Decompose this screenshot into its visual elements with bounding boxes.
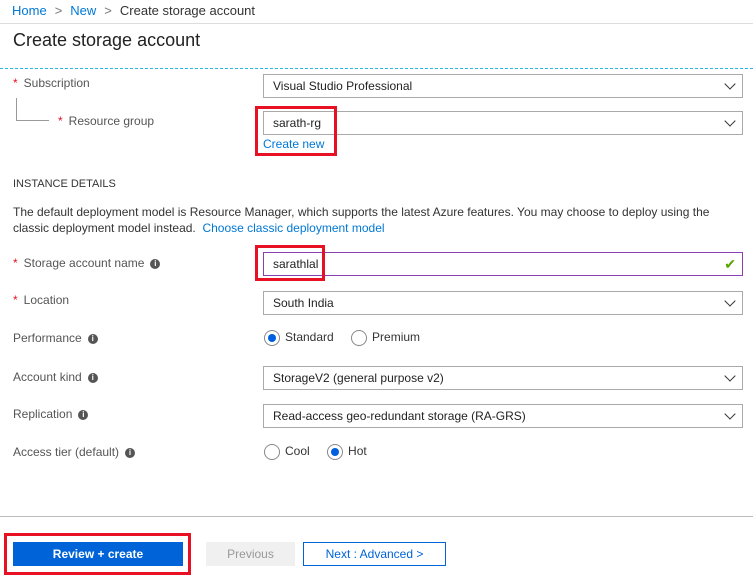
- chevron-down-icon: [724, 115, 736, 127]
- account-kind-select[interactable]: StorageV2 (general purpose v2): [263, 366, 743, 390]
- divider: [0, 68, 753, 69]
- info-icon[interactable]: i: [150, 258, 161, 269]
- tree-connector: [16, 98, 49, 121]
- subscription-label: * Subscription: [13, 76, 90, 90]
- chevron-down-icon: [724, 78, 736, 90]
- info-icon[interactable]: i: [78, 409, 89, 420]
- breadcrumb: Home > New > Create storage account: [12, 3, 255, 18]
- breadcrumb-new[interactable]: New: [70, 3, 96, 18]
- radio-premium[interactable]: Premium: [351, 330, 420, 346]
- divider: [0, 23, 753, 24]
- classic-deployment-link[interactable]: Choose classic deployment model: [202, 221, 384, 235]
- access-tier-radio-group: Cool Hot: [264, 444, 367, 460]
- breadcrumb-current: Create storage account: [119, 3, 256, 18]
- access-tier-label: Access tier (default) i: [13, 445, 136, 459]
- info-icon[interactable]: i: [125, 447, 136, 458]
- info-icon[interactable]: i: [87, 372, 98, 383]
- breadcrumb-home[interactable]: Home: [12, 3, 47, 18]
- highlight-box: [255, 106, 337, 156]
- info-icon[interactable]: i: [87, 333, 98, 344]
- page-title: Create storage account: [13, 30, 201, 50]
- chevron-down-icon: [724, 370, 736, 382]
- performance-radio-group: Standard Premium: [264, 330, 420, 346]
- chevron-down-icon: [724, 295, 736, 307]
- check-icon: ✔: [724, 256, 736, 272]
- replication-select[interactable]: Read-access geo-redundant storage (RA-GR…: [263, 404, 743, 428]
- resource-group-label: * Resource group: [58, 114, 155, 128]
- radio-hot[interactable]: Hot: [327, 444, 367, 460]
- performance-label: Performance i: [13, 331, 98, 345]
- account-kind-label: Account kind i: [13, 370, 98, 384]
- replication-label: Replication i: [13, 407, 89, 421]
- previous-button[interactable]: Previous: [206, 542, 295, 566]
- next-advanced-button[interactable]: Next : Advanced >: [303, 542, 446, 566]
- radio-cool[interactable]: Cool: [264, 444, 310, 460]
- storage-name-input[interactable]: sarathlal ✔: [263, 252, 743, 276]
- location-label: * Location: [13, 293, 70, 307]
- chevron-down-icon: [724, 408, 736, 420]
- instance-description: The default deployment model is Resource…: [13, 205, 710, 235]
- section-heading: INSTANCE DETAILS: [13, 178, 116, 190]
- radio-standard[interactable]: Standard: [264, 330, 334, 346]
- highlight-box: [4, 533, 191, 575]
- chevron-right-icon: >: [104, 3, 112, 18]
- divider: [0, 516, 753, 517]
- highlight-box: [255, 245, 325, 281]
- storage-name-label: * Storage account name i: [13, 256, 161, 270]
- chevron-right-icon: >: [54, 3, 63, 18]
- subscription-select[interactable]: Visual Studio Professional: [263, 74, 743, 98]
- location-select[interactable]: South India: [263, 291, 743, 315]
